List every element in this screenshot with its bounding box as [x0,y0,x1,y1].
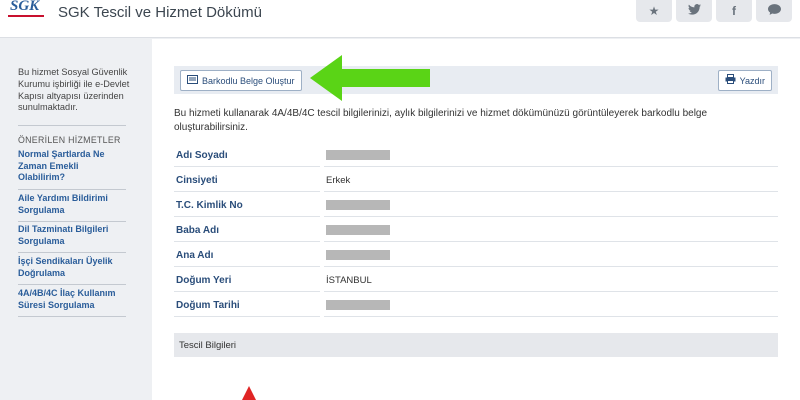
action-toolbar: Barkodlu Belge Oluştur Yazdır [174,66,778,94]
recommended-services-title: ÖNERİLEN HİZMETLER [18,135,121,145]
field-label: Ana Adı [176,250,214,261]
favorite-button[interactable]: ★ [636,0,672,22]
row-divider [174,216,320,217]
row-divider [174,191,320,192]
field-row-birth-date: Doğum Tarihi [174,293,778,317]
service-link-union-membership[interactable]: İşçi Sendikaları Üyelik Doğrulama [18,256,126,285]
service-link-drug-usage[interactable]: 4A/4B/4C İlaç Kullanım Süresi Sorgulama [18,288,126,317]
redacted-value [326,300,390,310]
service-link-retirement[interactable]: Normal Şartlarda Ne Zaman Emekli Olabili… [18,149,126,190]
logo-underline [8,15,44,17]
redacted-value [326,225,390,235]
redacted-value [326,250,390,260]
field-label: T.C. Kimlik No [176,200,243,211]
left-sidebar: Bu hizmet Sosyal Güvenlik Kurumu işbirli… [0,39,152,400]
field-row-name: Adı Soyadı [174,143,778,167]
print-button[interactable]: Yazdır [717,70,772,91]
row-divider [174,241,320,242]
field-row-mother-name: Ana Adı [174,243,778,267]
field-label: Cinsiyeti [176,175,218,186]
create-barcode-document-button[interactable]: Barkodlu Belge Oluştur [180,70,302,91]
main-panel: Barkodlu Belge Oluştur Yazdır Bu hizmeti… [152,39,800,400]
document-icon [187,74,198,87]
service-intro-text: Bu hizmet Sosyal Güvenlik Kurumu işbirli… [18,67,130,113]
row-divider [324,191,778,192]
print-icon [725,74,736,87]
field-label: Baba Adı [176,225,219,236]
row-divider [324,216,778,217]
facebook-share-button[interactable]: f [716,0,752,22]
sgk-logo[interactable]: SGK [10,0,39,15]
row-divider [174,316,320,317]
field-value: Erkek [326,175,351,186]
comment-button[interactable] [756,0,792,22]
field-label: Doğum Tarihi [176,300,240,311]
twitter-share-button[interactable] [676,0,712,22]
field-value: İSTANBUL [326,275,372,286]
row-divider [324,316,778,317]
field-row-gender: Cinsiyeti Erkek [174,168,778,192]
page-title: SGK Tescil ve Hizmet Dökümü [58,4,262,21]
create-barcode-label: Barkodlu Belge Oluştur [202,75,295,86]
top-header: SGK SGK Tescil ve Hizmet Dökümü ★ f [0,0,800,38]
field-label: Doğum Yeri [176,275,232,286]
service-link-family-aid[interactable]: Aile Yardımı Bildirimi Sorgulama [18,193,126,222]
redacted-value [326,150,390,160]
row-divider [174,166,320,167]
row-divider [324,291,778,292]
twitter-icon [687,4,701,18]
row-divider [174,291,320,292]
annotation-arrow-icon [310,55,430,101]
divider [18,125,126,126]
field-row-birth-place: Doğum Yeri İSTANBUL [174,268,778,292]
row-divider [324,266,778,267]
facebook-icon: f [732,4,736,18]
field-row-id-number: T.C. Kimlik No [174,193,778,217]
row-divider [174,266,320,267]
comment-icon [767,4,781,18]
service-description: Bu hizmeti kullanarak 4A/4B/4C tescil bi… [174,108,708,133]
red-annotation-marker [241,386,257,400]
service-link-language-allowance[interactable]: Dil Tazminatı Bilgileri Sorgulama [18,224,126,253]
registration-info-section-header[interactable]: Tescil Bilgileri [174,333,778,357]
print-label: Yazdır [739,75,765,86]
field-row-father-name: Baba Adı [174,218,778,242]
star-icon: ★ [648,4,660,18]
redacted-value [326,200,390,210]
row-divider [324,166,778,167]
field-label: Adı Soyadı [176,150,228,161]
row-divider [324,241,778,242]
